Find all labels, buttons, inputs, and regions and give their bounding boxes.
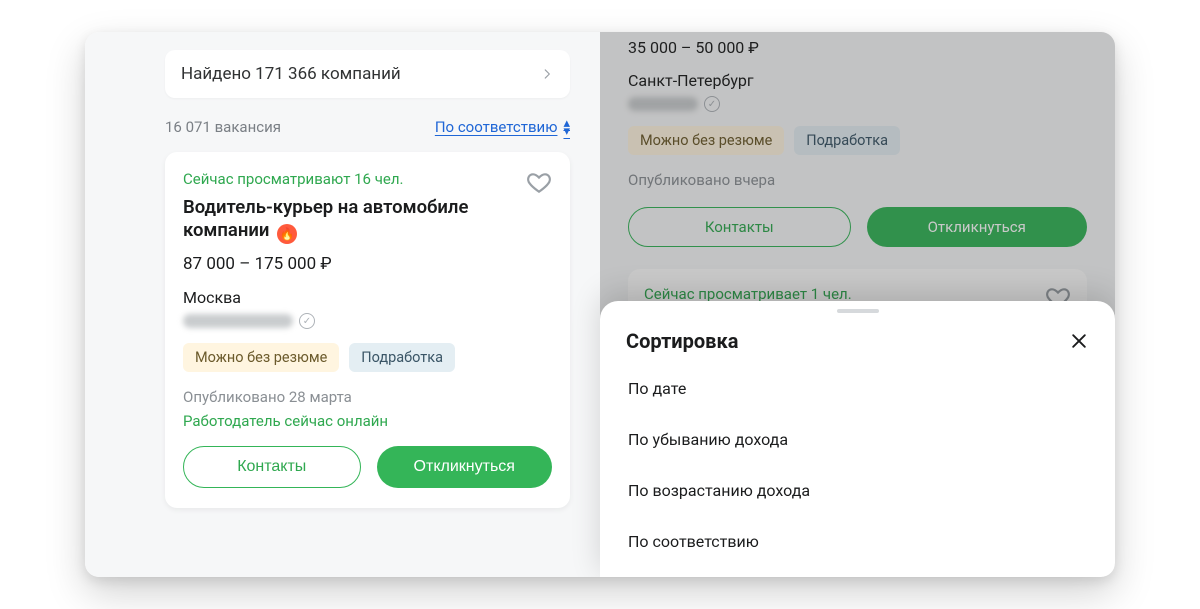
vacancy-title: Водитель-курьер на автомобиле компании [183, 196, 468, 241]
tag-parttime: Подработка [349, 343, 455, 372]
city: Москва [183, 288, 552, 307]
hot-icon: 🔥 [277, 224, 297, 244]
published-date: Опубликовано 28 марта [183, 388, 552, 406]
companies-found-bar[interactable]: Найдено 171 366 компаний [165, 50, 570, 98]
favorite-button[interactable] [526, 170, 552, 196]
sort-bottom-sheet: Сортировка По дате По убыванию дохода По… [600, 301, 1115, 577]
sort-option-salary-asc[interactable]: По возрастанию дохода [626, 465, 1089, 516]
vacancy-card[interactable]: Сейчас просматривают 16 чел. Водитель-ку… [165, 152, 570, 508]
pane-left: Найдено 171 366 компаний 16 071 вакансия… [85, 32, 600, 577]
salary-range: 87 000 – 175 000 ₽ [183, 254, 552, 274]
employer-row [183, 313, 552, 329]
results-meta-row: 16 071 вакансия По соответствию ▴▾ [165, 118, 570, 136]
pane-right: 35 000 – 50 000 ₽ Санкт-Петербург Можно … [600, 32, 1115, 577]
sort-label: По соответствию [435, 118, 558, 136]
app-frame: Найдено 171 366 компаний 16 071 вакансия… [85, 32, 1115, 577]
close-button[interactable] [1069, 331, 1089, 351]
sort-arrows-icon: ▴▾ [563, 119, 570, 135]
verified-icon [299, 313, 315, 329]
tag-no-resume: Можно без резюме [183, 343, 339, 372]
apply-button[interactable]: Откликнуться [377, 446, 553, 488]
sort-option-date[interactable]: По дате [626, 363, 1089, 414]
sort-option-relevance[interactable]: По соответствию [626, 516, 1089, 567]
viewers-now: Сейчас просматривают 16 чел. [183, 170, 403, 188]
vacancies-count: 16 071 вакансия [165, 118, 281, 136]
contacts-button[interactable]: Контакты [183, 446, 361, 488]
chevron-right-icon [540, 67, 554, 81]
companies-found-label: Найдено 171 366 компаний [181, 64, 401, 84]
sort-option-salary-desc[interactable]: По убыванию дохода [626, 414, 1089, 465]
sheet-title: Сортировка [626, 329, 738, 353]
employer-online: Работодатель сейчас онлайн [183, 412, 552, 430]
sort-select[interactable]: По соответствию ▴▾ [435, 118, 570, 136]
sheet-grabber[interactable] [837, 309, 879, 313]
employer-name-blurred [183, 314, 293, 328]
